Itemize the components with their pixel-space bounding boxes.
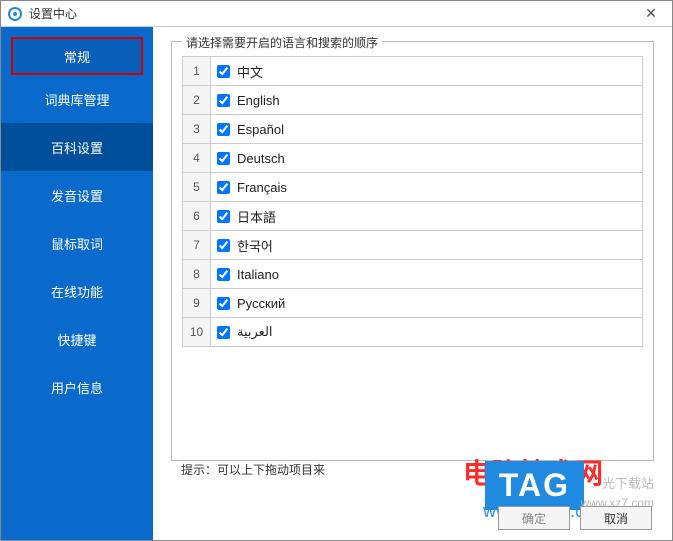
- ok-button[interactable]: 确定: [498, 506, 570, 530]
- row-label: Русский: [235, 296, 285, 311]
- sidebar-item-pronunciation[interactable]: 发音设置: [1, 171, 153, 219]
- language-row[interactable]: 4 Deutsch: [182, 143, 643, 173]
- row-checkbox[interactable]: [211, 268, 235, 281]
- settings-window: 设置中心 ✕ 常规 词典库管理 百科设置 发音设置 鼠标取词 在线功能 快捷键 …: [0, 0, 673, 541]
- checkbox-input[interactable]: [217, 65, 230, 78]
- row-checkbox[interactable]: [211, 94, 235, 107]
- checkbox-input[interactable]: [217, 210, 230, 223]
- language-row[interactable]: 7 한국어: [182, 230, 643, 260]
- row-label: English: [235, 93, 280, 108]
- row-checkbox[interactable]: [211, 181, 235, 194]
- row-number: 3: [183, 115, 211, 143]
- sidebar-item-mouse-capture[interactable]: 鼠标取词: [1, 219, 153, 267]
- row-label: Français: [235, 180, 287, 195]
- row-checkbox[interactable]: [211, 326, 235, 339]
- language-row[interactable]: 1 中文: [182, 56, 643, 86]
- row-checkbox[interactable]: [211, 239, 235, 252]
- sidebar-item-label: 常规: [64, 47, 90, 66]
- row-label: Español: [235, 122, 284, 137]
- app-logo-icon: [7, 6, 23, 22]
- checkbox-input[interactable]: [217, 123, 230, 136]
- row-number: 2: [183, 86, 211, 114]
- language-row[interactable]: 9 Русский: [182, 288, 643, 318]
- sidebar-item-dictionary[interactable]: 词典库管理: [1, 75, 153, 123]
- tag-badge: TAG: [485, 461, 584, 510]
- row-label: 日本語: [235, 207, 276, 226]
- language-row[interactable]: 2 English: [182, 85, 643, 115]
- groupbox-legend: 请选择需要开启的语言和搜索的顺序: [182, 34, 382, 51]
- sidebar-item-label: 用户信息: [51, 378, 103, 397]
- sidebar-item-encyclopedia[interactable]: 百科设置: [1, 123, 153, 171]
- cancel-button[interactable]: 取消: [580, 506, 652, 530]
- row-checkbox[interactable]: [211, 123, 235, 136]
- language-row[interactable]: 8 Italiano: [182, 259, 643, 289]
- row-label: 한국어: [235, 236, 273, 255]
- sidebar-item-label: 鼠标取词: [51, 234, 103, 253]
- row-number: 10: [183, 318, 211, 346]
- row-number: 7: [183, 231, 211, 259]
- sidebar-item-label: 快捷键: [57, 330, 96, 349]
- row-number: 4: [183, 144, 211, 172]
- titlebar: 设置中心 ✕: [1, 1, 672, 27]
- sidebar-item-label: 发音设置: [51, 186, 103, 205]
- checkbox-input[interactable]: [217, 326, 230, 339]
- row-label: Italiano: [235, 267, 279, 282]
- checkbox-input[interactable]: [217, 94, 230, 107]
- row-checkbox[interactable]: [211, 65, 235, 78]
- sidebar: 常规 词典库管理 百科设置 发音设置 鼠标取词 在线功能 快捷键 用户信息: [1, 27, 153, 540]
- row-checkbox[interactable]: [211, 152, 235, 165]
- sidebar-item-online[interactable]: 在线功能: [1, 267, 153, 315]
- row-checkbox[interactable]: [211, 210, 235, 223]
- checkbox-input[interactable]: [217, 181, 230, 194]
- close-icon[interactable]: ✕: [636, 5, 666, 22]
- row-number: 8: [183, 260, 211, 288]
- main-panel: 请选择需要开启的语言和搜索的顺序 1 中文 2 English 3 Español 4…: [153, 27, 672, 540]
- checkbox-input[interactable]: [217, 268, 230, 281]
- sidebar-item-label: 在线功能: [51, 282, 103, 301]
- sidebar-item-label: 百科设置: [51, 138, 103, 157]
- sidebar-item-general[interactable]: 常规: [11, 37, 143, 75]
- watermark-grey-1: 光下载站: [602, 473, 654, 492]
- window-title: 设置中心: [29, 5, 636, 22]
- language-row[interactable]: 6 日本語: [182, 201, 643, 231]
- row-label: العربية: [235, 324, 273, 340]
- row-number: 9: [183, 289, 211, 317]
- button-row: 确定 取消: [498, 506, 652, 530]
- sidebar-item-label: 词典库管理: [44, 90, 109, 109]
- row-label: 中文: [235, 62, 263, 81]
- hint-text: 提示：可以上下拖动项目来: [181, 461, 325, 478]
- row-number: 5: [183, 173, 211, 201]
- language-list: 1 中文 2 English 3 Español 4 Deutsch 5 Français…: [182, 56, 643, 347]
- language-groupbox: 请选择需要开启的语言和搜索的顺序 1中文 2English 3Español 4…: [171, 41, 654, 461]
- row-label: Deutsch: [235, 151, 285, 166]
- sidebar-item-user-info[interactable]: 用户信息: [1, 363, 153, 411]
- language-row[interactable]: 5 Français: [182, 172, 643, 202]
- window-body: 常规 词典库管理 百科设置 发音设置 鼠标取词 在线功能 快捷键 用户信息 请选…: [1, 27, 672, 540]
- row-number: 6: [183, 202, 211, 230]
- language-row[interactable]: 10 العربية: [182, 317, 643, 347]
- row-number: 1: [183, 57, 211, 85]
- sidebar-item-shortcuts[interactable]: 快捷键: [1, 315, 153, 363]
- language-row[interactable]: 3 Español: [182, 114, 643, 144]
- checkbox-input[interactable]: [217, 152, 230, 165]
- row-checkbox[interactable]: [211, 297, 235, 310]
- checkbox-input[interactable]: [217, 297, 230, 310]
- checkbox-input[interactable]: [217, 239, 230, 252]
